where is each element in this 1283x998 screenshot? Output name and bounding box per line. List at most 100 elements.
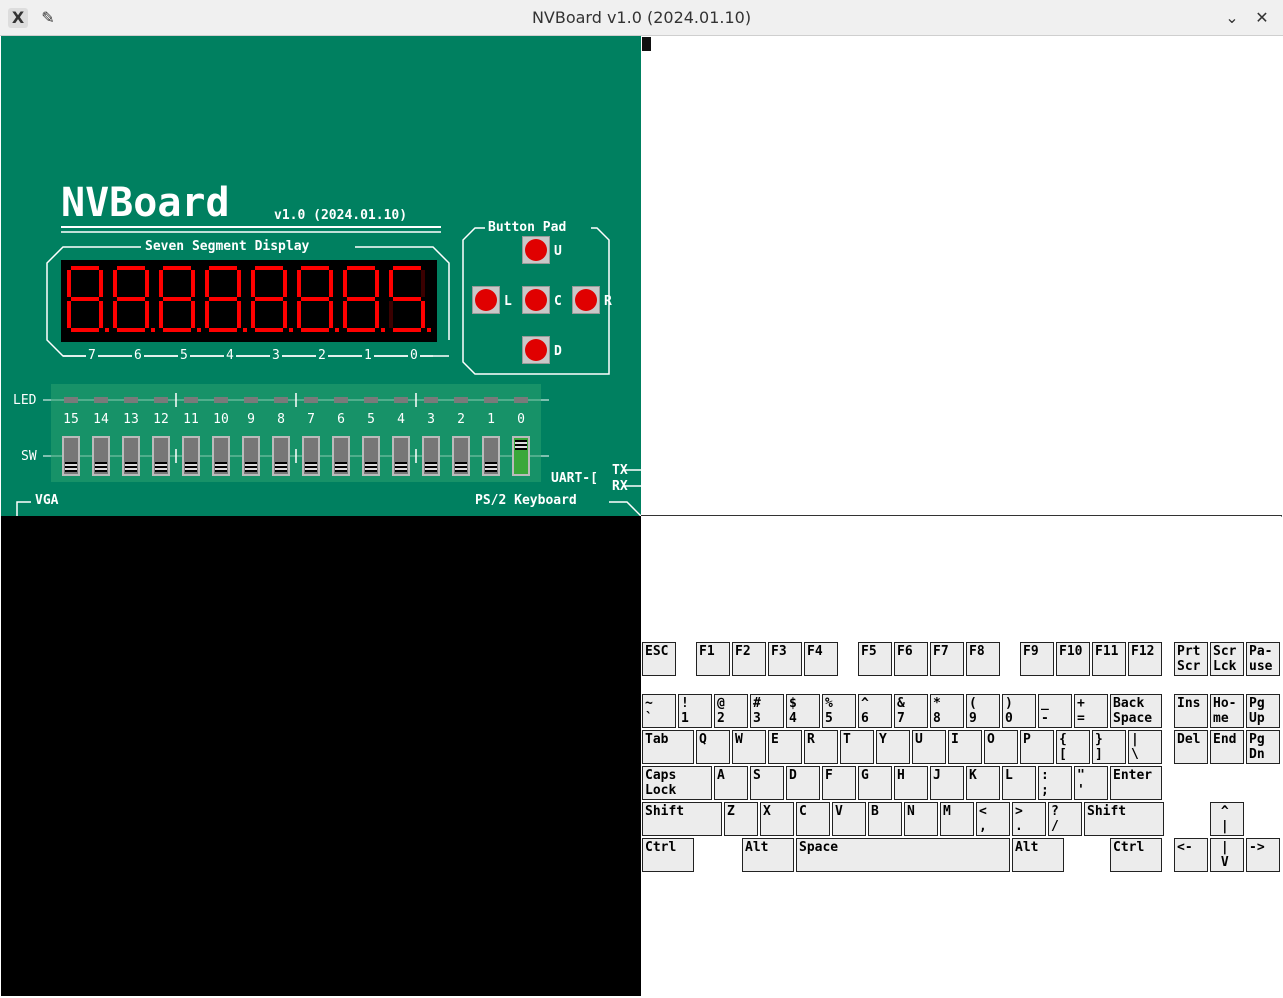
key[interactable]: _ - [1038,694,1072,728]
button-down[interactable] [522,336,550,364]
key[interactable]: Ctrl [1110,838,1162,872]
switch[interactable] [332,436,350,476]
key[interactable]: + = [1074,694,1108,728]
key[interactable]: Shift [1084,802,1164,836]
minimize-icon[interactable]: ⌄ [1222,8,1242,28]
key[interactable]: X [760,802,794,836]
key[interactable]: Q [696,730,730,764]
key[interactable]: Alt [1012,838,1064,872]
key[interactable]: -> [1246,838,1280,872]
key[interactable]: J [930,766,964,800]
button-up[interactable] [522,236,550,264]
switch[interactable] [242,436,260,476]
key[interactable]: ESC [642,642,676,676]
key[interactable]: E [768,730,802,764]
key[interactable]: Tab [642,730,694,764]
switch[interactable] [512,436,530,476]
key[interactable]: } ] [1092,730,1126,764]
key[interactable]: F10 [1056,642,1090,676]
key[interactable]: Y [876,730,910,764]
key[interactable]: B [868,802,902,836]
key[interactable]: W [732,730,766,764]
key[interactable]: L [1002,766,1036,800]
key[interactable]: Del [1174,730,1208,764]
key[interactable]: % 5 [822,694,856,728]
key[interactable]: : ; [1038,766,1072,800]
key[interactable]: F1 [696,642,730,676]
switch[interactable] [182,436,200,476]
key[interactable]: F11 [1092,642,1126,676]
key[interactable]: Space [796,838,1010,872]
key[interactable]: F4 [804,642,838,676]
switch[interactable] [392,436,410,476]
key[interactable]: Ctrl [642,838,694,872]
key[interactable]: Back Space [1110,694,1162,728]
key[interactable]: S [750,766,784,800]
key[interactable]: R [804,730,838,764]
key[interactable]: | V [1210,838,1244,872]
switch[interactable] [122,436,140,476]
key[interactable]: | \ [1128,730,1162,764]
switch[interactable] [452,436,470,476]
key[interactable]: Pg Dn [1246,730,1280,764]
key[interactable]: ^ | [1210,802,1244,836]
key[interactable]: F6 [894,642,928,676]
key[interactable]: O [984,730,1018,764]
key[interactable]: D [786,766,820,800]
switch[interactable] [272,436,290,476]
key[interactable]: Alt [742,838,794,872]
key[interactable]: Caps Lock [642,766,712,800]
key[interactable]: Z [724,802,758,836]
switch[interactable] [212,436,230,476]
key[interactable]: ^ 6 [858,694,892,728]
key[interactable]: V [832,802,866,836]
button-center[interactable] [522,286,550,314]
switch[interactable] [482,436,500,476]
key[interactable]: Enter [1110,766,1162,800]
key[interactable]: Pa- use [1246,642,1280,676]
key[interactable]: Ho- me [1210,694,1244,728]
key[interactable]: Ins [1174,694,1208,728]
key[interactable]: Shift [642,802,722,836]
key[interactable]: ! 1 [678,694,712,728]
key[interactable]: N [904,802,938,836]
key[interactable]: Prt Scr [1174,642,1208,676]
button-left[interactable] [472,286,500,314]
key[interactable]: ) 0 [1002,694,1036,728]
key[interactable]: A [714,766,748,800]
uart-terminal[interactable] [641,36,1282,516]
button-right[interactable] [572,286,600,314]
switch[interactable] [62,436,80,476]
key[interactable]: H [894,766,928,800]
key[interactable]: " ' [1074,766,1108,800]
key[interactable]: P [1020,730,1054,764]
key[interactable]: @ 2 [714,694,748,728]
key[interactable]: F12 [1128,642,1162,676]
key[interactable]: ? / [1048,802,1082,836]
key[interactable]: > . [1012,802,1046,836]
key[interactable]: U [912,730,946,764]
switch[interactable] [422,436,440,476]
key[interactable]: < , [976,802,1010,836]
key[interactable]: I [948,730,982,764]
switch[interactable] [302,436,320,476]
key[interactable]: # 3 [750,694,784,728]
key[interactable]: F5 [858,642,892,676]
key[interactable]: End [1210,730,1244,764]
key[interactable]: C [796,802,830,836]
key[interactable]: K [966,766,1000,800]
key[interactable]: Scr Lck [1210,642,1244,676]
key[interactable]: F7 [930,642,964,676]
switch[interactable] [92,436,110,476]
key[interactable]: T [840,730,874,764]
key[interactable]: M [940,802,974,836]
key[interactable]: F9 [1020,642,1054,676]
key[interactable]: F8 [966,642,1000,676]
key[interactable]: F [822,766,856,800]
key[interactable]: Pg Up [1246,694,1280,728]
key[interactable]: F3 [768,642,802,676]
key[interactable]: F2 [732,642,766,676]
key[interactable]: ~ ` [642,694,676,728]
key[interactable]: $ 4 [786,694,820,728]
switch[interactable] [152,436,170,476]
